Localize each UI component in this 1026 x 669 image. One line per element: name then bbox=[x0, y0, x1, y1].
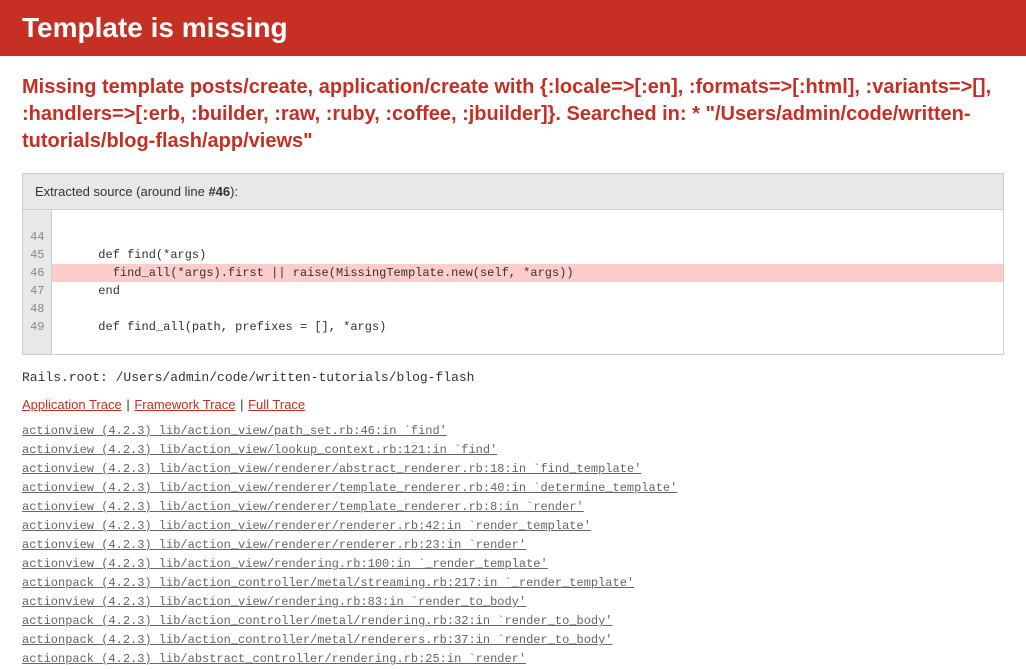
trace-nav-separator: | bbox=[123, 397, 134, 412]
extracted-source-header: Extracted source (around line #46): bbox=[23, 174, 1003, 210]
trace-nav-separator: | bbox=[236, 397, 247, 412]
stack-trace-list: actionview (4.2.3) lib/action_view/path_… bbox=[22, 422, 1004, 668]
trace-line-link[interactable]: actionview (4.2.3) lib/action_view/rende… bbox=[22, 593, 1004, 611]
framework-trace-link[interactable]: Framework Trace bbox=[134, 397, 235, 412]
trace-nav: Application Trace | Framework Trace | Fu… bbox=[22, 397, 1004, 412]
trace-line-link[interactable]: actionview (4.2.3) lib/action_view/rende… bbox=[22, 498, 1004, 516]
error-message: Missing template posts/create, applicati… bbox=[22, 74, 1004, 155]
trace-line-link[interactable]: actionpack (4.2.3) lib/abstract_controll… bbox=[22, 650, 1004, 668]
line-number: 47 bbox=[23, 282, 51, 300]
trace-line-link[interactable]: actionview (4.2.3) lib/action_view/rende… bbox=[22, 555, 1004, 573]
error-header: Template is missing bbox=[0, 0, 1026, 56]
extracted-source-box: Extracted source (around line #46): 4445… bbox=[22, 173, 1004, 355]
source-header-line: #46 bbox=[208, 184, 230, 199]
full-trace-link[interactable]: Full Trace bbox=[248, 397, 305, 412]
trace-line-link[interactable]: actionview (4.2.3) lib/action_view/rende… bbox=[22, 479, 1004, 497]
trace-line-link[interactable]: actionpack (4.2.3) lib/action_controller… bbox=[22, 574, 1004, 592]
source-code-table: 4445 def find(*args)46 find_all(*args).f… bbox=[23, 210, 1003, 354]
source-header-suffix: ): bbox=[230, 184, 238, 199]
line-number: 48 bbox=[23, 300, 51, 318]
line-number: 49 bbox=[23, 318, 51, 336]
source-header-prefix: Extracted source (around line bbox=[35, 184, 208, 199]
trace-line-link[interactable]: actionview (4.2.3) lib/action_view/rende… bbox=[22, 517, 1004, 535]
trace-line-link[interactable]: actionpack (4.2.3) lib/action_controller… bbox=[22, 612, 1004, 630]
trace-line-link[interactable]: actionview (4.2.3) lib/action_view/looku… bbox=[22, 441, 1004, 459]
trace-line-link[interactable]: actionpack (4.2.3) lib/action_controller… bbox=[22, 631, 1004, 649]
trace-line-link[interactable]: actionview (4.2.3) lib/action_view/rende… bbox=[22, 536, 1004, 554]
content-area: Missing template posts/create, applicati… bbox=[0, 56, 1026, 668]
source-line bbox=[51, 300, 1003, 318]
trace-line-link[interactable]: actionview (4.2.3) lib/action_view/path_… bbox=[22, 422, 1004, 440]
source-line bbox=[51, 228, 1003, 246]
source-line: def find(*args) bbox=[51, 246, 1003, 264]
line-number: 45 bbox=[23, 246, 51, 264]
source-line: end bbox=[51, 282, 1003, 300]
trace-line-link[interactable]: actionview (4.2.3) lib/action_view/rende… bbox=[22, 460, 1004, 478]
rails-root: Rails.root: /Users/admin/code/written-tu… bbox=[22, 370, 1004, 385]
error-title: Template is missing bbox=[22, 12, 1004, 44]
source-line: find_all(*args).first || raise(MissingTe… bbox=[51, 264, 1003, 282]
line-number: 46 bbox=[23, 264, 51, 282]
application-trace-link[interactable]: Application Trace bbox=[22, 397, 122, 412]
line-number: 44 bbox=[23, 228, 51, 246]
source-line: def find_all(path, prefixes = [], *args) bbox=[51, 318, 1003, 336]
